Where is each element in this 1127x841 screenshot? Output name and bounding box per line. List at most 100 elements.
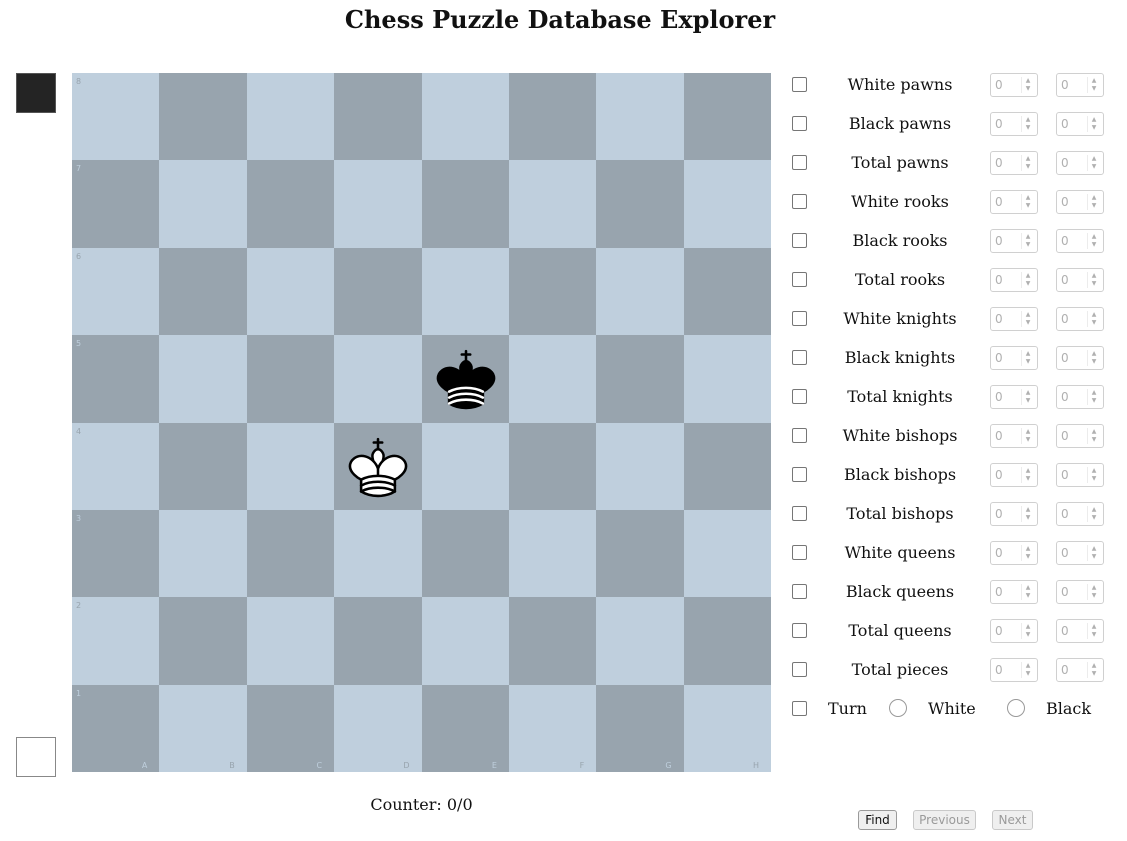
white-rooks-checkbox[interactable] bbox=[792, 194, 807, 209]
square-f8[interactable] bbox=[508, 73, 597, 161]
black-rooks-checkbox[interactable] bbox=[792, 233, 807, 248]
white-rooks-min-input[interactable]: 0 ▲ ▼ bbox=[990, 190, 1038, 214]
spinner-icon[interactable]: ▲ ▼ bbox=[1021, 467, 1034, 483]
spinner-icon[interactable]: ▲ ▼ bbox=[1087, 506, 1100, 522]
square-b3[interactable] bbox=[159, 509, 247, 598]
square-c7[interactable] bbox=[246, 160, 335, 248]
find-button[interactable]: Find bbox=[858, 810, 897, 830]
square-f1[interactable]: F bbox=[508, 684, 597, 772]
white-king-icon[interactable] bbox=[340, 429, 416, 505]
square-h6[interactable] bbox=[683, 247, 771, 336]
square-g2[interactable] bbox=[596, 597, 684, 685]
square-h2[interactable] bbox=[683, 597, 771, 685]
spinner-icon[interactable]: ▲ ▼ bbox=[1021, 506, 1034, 522]
square-d5[interactable] bbox=[334, 335, 422, 423]
spinner-icon[interactable]: ▲ ▼ bbox=[1087, 623, 1100, 639]
black-queens-max-input[interactable]: 0 ▲ ▼ bbox=[1056, 580, 1104, 604]
square-a2[interactable]: 2 bbox=[72, 597, 160, 685]
spinner-icon[interactable]: ▲ ▼ bbox=[1087, 584, 1100, 600]
white-queens-min-input[interactable]: 0 ▲ ▼ bbox=[990, 541, 1038, 565]
white-pawns-min-input[interactable]: 0 ▲ ▼ bbox=[990, 73, 1038, 97]
square-b8[interactable] bbox=[159, 73, 247, 161]
square-g7[interactable] bbox=[596, 160, 684, 248]
total-bishops-checkbox[interactable] bbox=[792, 506, 807, 521]
total-knights-min-input[interactable]: 0 ▲ ▼ bbox=[990, 385, 1038, 409]
square-c3[interactable] bbox=[246, 509, 335, 598]
square-d2[interactable] bbox=[334, 597, 422, 685]
square-e1[interactable]: E bbox=[421, 684, 509, 772]
black-pawns-checkbox[interactable] bbox=[792, 116, 807, 131]
next-button[interactable]: Next bbox=[992, 810, 1033, 830]
square-h1[interactable]: H bbox=[683, 684, 771, 772]
square-e5[interactable] bbox=[421, 335, 509, 423]
spinner-icon[interactable]: ▲ ▼ bbox=[1021, 428, 1034, 444]
white-queens-checkbox[interactable] bbox=[792, 545, 807, 560]
total-queens-checkbox[interactable] bbox=[792, 623, 807, 638]
black-knights-max-input[interactable]: 0 ▲ ▼ bbox=[1056, 346, 1104, 370]
square-b7[interactable] bbox=[159, 160, 247, 248]
white-rooks-max-input[interactable]: 0 ▲ ▼ bbox=[1056, 190, 1104, 214]
white-side-swatch[interactable] bbox=[16, 737, 56, 777]
white-bishops-max-input[interactable]: 0 ▲ ▼ bbox=[1056, 424, 1104, 448]
square-f7[interactable] bbox=[508, 160, 597, 248]
spinner-icon[interactable]: ▲ ▼ bbox=[1021, 77, 1034, 93]
square-h4[interactable] bbox=[683, 422, 771, 510]
square-f6[interactable] bbox=[508, 247, 597, 336]
total-rooks-min-input[interactable]: 0 ▲ ▼ bbox=[990, 268, 1038, 292]
spinner-icon[interactable]: ▲ ▼ bbox=[1087, 77, 1100, 93]
total-pieces-min-input[interactable]: 0 ▲ ▼ bbox=[990, 658, 1038, 682]
square-a3[interactable]: 3 bbox=[72, 509, 160, 598]
spinner-icon[interactable]: ▲ ▼ bbox=[1021, 155, 1034, 171]
total-queens-max-input[interactable]: 0 ▲ ▼ bbox=[1056, 619, 1104, 643]
black-queens-min-input[interactable]: 0 ▲ ▼ bbox=[990, 580, 1038, 604]
square-g5[interactable] bbox=[596, 335, 684, 423]
white-queens-max-input[interactable]: 0 ▲ ▼ bbox=[1056, 541, 1104, 565]
square-g1[interactable]: G bbox=[596, 684, 684, 772]
spinner-icon[interactable]: ▲ ▼ bbox=[1021, 662, 1034, 678]
total-pawns-min-input[interactable]: 0 ▲ ▼ bbox=[990, 151, 1038, 175]
chess-board[interactable]: 87654321ABCDEFGH bbox=[72, 73, 771, 772]
square-b4[interactable] bbox=[159, 422, 247, 510]
spinner-icon[interactable]: ▲ ▼ bbox=[1087, 155, 1100, 171]
spinner-icon[interactable]: ▲ ▼ bbox=[1021, 623, 1034, 639]
spinner-icon[interactable]: ▲ ▼ bbox=[1087, 194, 1100, 210]
black-king-icon[interactable] bbox=[428, 341, 504, 417]
black-side-swatch[interactable] bbox=[16, 73, 56, 113]
black-pawns-max-input[interactable]: 0 ▲ ▼ bbox=[1056, 112, 1104, 136]
total-bishops-min-input[interactable]: 0 ▲ ▼ bbox=[990, 502, 1038, 526]
total-pawns-max-input[interactable]: 0 ▲ ▼ bbox=[1056, 151, 1104, 175]
white-pawns-checkbox[interactable] bbox=[792, 77, 807, 92]
square-g8[interactable] bbox=[596, 73, 684, 161]
total-knights-max-input[interactable]: 0 ▲ ▼ bbox=[1056, 385, 1104, 409]
black-bishops-checkbox[interactable] bbox=[792, 467, 807, 482]
square-c8[interactable] bbox=[246, 73, 335, 161]
spinner-icon[interactable]: ▲ ▼ bbox=[1087, 428, 1100, 444]
square-d8[interactable] bbox=[334, 73, 422, 161]
spinner-icon[interactable]: ▲ ▼ bbox=[1021, 272, 1034, 288]
square-e6[interactable] bbox=[421, 247, 509, 336]
square-f5[interactable] bbox=[508, 335, 597, 423]
square-g4[interactable] bbox=[596, 422, 684, 510]
previous-button[interactable]: Previous bbox=[913, 810, 976, 830]
spinner-icon[interactable]: ▲ ▼ bbox=[1021, 389, 1034, 405]
total-rooks-max-input[interactable]: 0 ▲ ▼ bbox=[1056, 268, 1104, 292]
square-e4[interactable] bbox=[421, 422, 509, 510]
black-pawns-min-input[interactable]: 0 ▲ ▼ bbox=[990, 112, 1038, 136]
white-bishops-checkbox[interactable] bbox=[792, 428, 807, 443]
square-e8[interactable] bbox=[421, 73, 509, 161]
spinner-icon[interactable]: ▲ ▼ bbox=[1021, 194, 1034, 210]
square-c2[interactable] bbox=[246, 597, 335, 685]
spinner-icon[interactable]: ▲ ▼ bbox=[1087, 662, 1100, 678]
black-knights-min-input[interactable]: 0 ▲ ▼ bbox=[990, 346, 1038, 370]
square-d1[interactable]: D bbox=[334, 684, 422, 772]
black-turn-radio[interactable] bbox=[1007, 699, 1025, 717]
square-a4[interactable]: 4 bbox=[72, 422, 160, 510]
square-h7[interactable] bbox=[683, 160, 771, 248]
white-knights-min-input[interactable]: 0 ▲ ▼ bbox=[990, 307, 1038, 331]
white-knights-max-input[interactable]: 0 ▲ ▼ bbox=[1056, 307, 1104, 331]
spinner-icon[interactable]: ▲ ▼ bbox=[1087, 467, 1100, 483]
black-bishops-min-input[interactable]: 0 ▲ ▼ bbox=[990, 463, 1038, 487]
square-f3[interactable] bbox=[508, 509, 597, 598]
square-b6[interactable] bbox=[159, 247, 247, 336]
spinner-icon[interactable]: ▲ ▼ bbox=[1087, 311, 1100, 327]
